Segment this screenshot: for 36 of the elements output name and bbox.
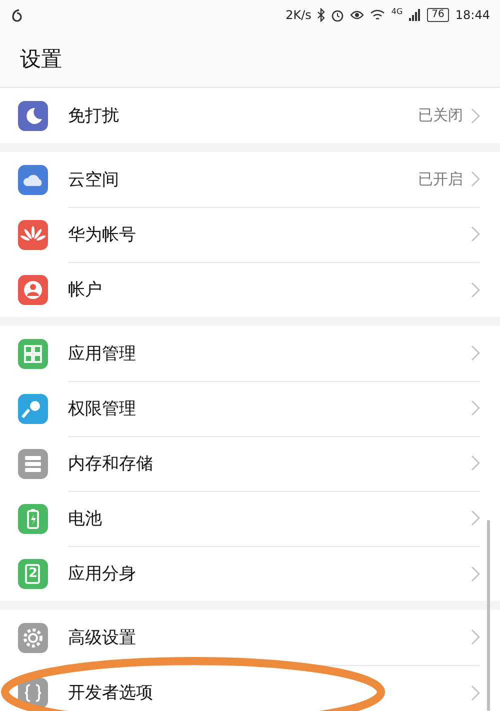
icon-number: 2 [27,565,39,583]
chevron-icon [471,345,480,361]
chevron-icon [471,566,480,582]
eye-icon [350,9,364,21]
network-speed: 2K/s [286,8,312,22]
setting-label[interactable]: 高级设置 [68,626,471,648]
setting-label[interactable]: 开发者选项 [68,681,471,704]
setting-value: 已关闭 [418,106,463,125]
setting-label[interactable]: 华为帐号 [68,222,471,246]
signal-icon [408,9,421,21]
setting-label[interactable]: 帐户 [68,278,471,301]
chevron-icon [471,400,480,416]
chevron-icon [471,629,480,645]
network-type: 4G [391,7,403,16]
alarm-icon [331,8,344,22]
bluetooth-icon [317,8,326,22]
chevron-icon [471,282,480,298]
setting-label[interactable]: 免打扰 [68,104,418,127]
chevron-icon [471,455,480,471]
chevron-icon [471,510,480,526]
wifi-icon [370,9,386,21]
chevron-icon [471,684,480,700]
chevron-icon [471,226,480,242]
setting-label[interactable]: 权限管理 [68,396,471,420]
setting-label[interactable]: 内存和存储 [68,452,471,474]
page-title: 设置 [20,46,62,72]
clock: 18:44 [455,8,490,22]
chevron-icon [471,108,480,124]
setting-label[interactable]: 云空间 [68,168,418,190]
setting-label[interactable]: 应用分身 [68,562,471,585]
battery-level: 76 [426,8,450,22]
setting-label[interactable]: 电池 [68,506,471,530]
chevron-icon [471,171,480,187]
app-notification-icon [10,8,24,22]
setting-value: 已开启 [418,170,463,188]
setting-label[interactable]: 应用管理 [68,342,471,364]
